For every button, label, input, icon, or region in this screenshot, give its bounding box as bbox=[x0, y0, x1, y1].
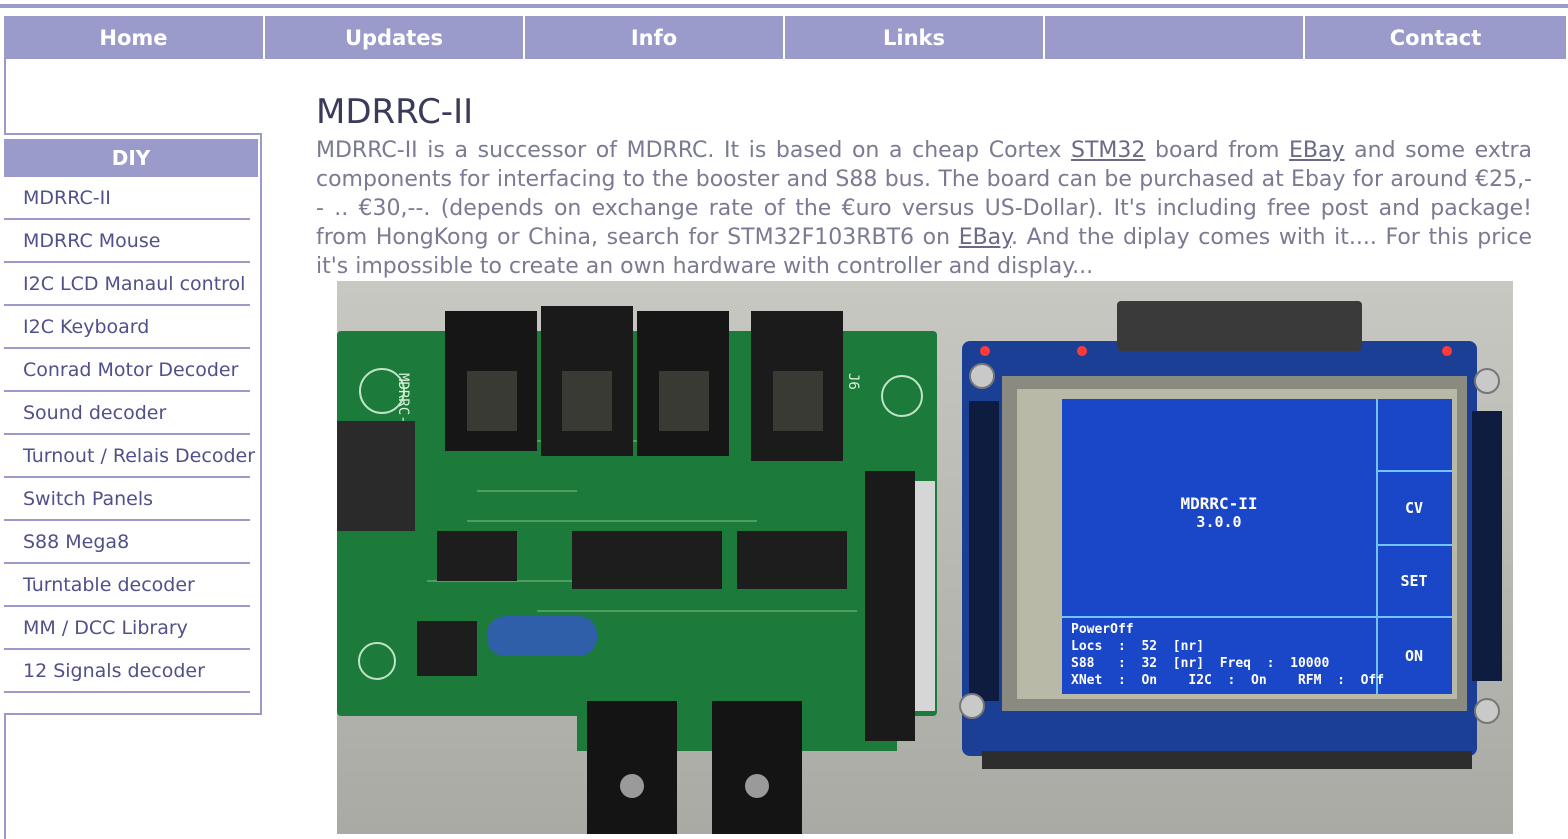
sidebar-item-12-signals-decoder[interactable]: 12 Signals decoder bbox=[4, 650, 250, 693]
stm32-link[interactable]: STM32 bbox=[1071, 138, 1145, 163]
lcd-button-on: ON bbox=[1405, 647, 1423, 665]
lcd-version: 3.0.0 bbox=[1196, 513, 1241, 531]
nav-links[interactable]: Links bbox=[784, 16, 1044, 59]
lcd-display: MDRRC-II 3.0.0 CV SET ON PowerOff Locs :… bbox=[1002, 376, 1467, 711]
sidebar-item-mdrrc-mouse[interactable]: MDRRC Mouse bbox=[4, 220, 250, 263]
rj-connectors bbox=[445, 306, 843, 461]
usb-connector bbox=[337, 421, 415, 531]
lcd-button-set: SET bbox=[1400, 572, 1427, 590]
sidebar-item-i2c-keyboard[interactable]: I2C Keyboard bbox=[4, 306, 250, 349]
sidebar-item-sound-decoder[interactable]: Sound decoder bbox=[4, 392, 250, 435]
sidebar-item-conrad-motor-decoder[interactable]: Conrad Motor Decoder bbox=[4, 349, 250, 392]
sidebar-list: MDRRC-II MDRRC Mouse I2C LCD Manaul cont… bbox=[4, 177, 260, 693]
sidebar: DIY MDRRC-II MDRRC Mouse I2C LCD Manaul … bbox=[4, 133, 262, 715]
sidebar-header: DIY bbox=[4, 139, 258, 177]
top-spacer-2 bbox=[0, 8, 1568, 16]
connector-label: J6 bbox=[845, 373, 861, 390]
sidebar-item-turnout-relais-decoder[interactable]: Turnout / Relais Decoder bbox=[4, 435, 255, 478]
ebay-link-2[interactable]: EBay bbox=[959, 225, 1011, 250]
lcd-status-line-1: PowerOff bbox=[1071, 622, 1134, 637]
lcd-status-line-2: Locs : 52 [nr] bbox=[1071, 639, 1204, 654]
main-navbar: Home Updates Info Links Contact bbox=[4, 16, 1566, 59]
nav-info[interactable]: Info bbox=[524, 16, 784, 59]
lcd-status-line-4: XNet : On I2C : On RFM : Off bbox=[1071, 673, 1384, 688]
lcd-button-cv: CV bbox=[1405, 499, 1423, 517]
page-title: MDRRC-II bbox=[316, 92, 474, 132]
ebay-link-1[interactable]: EBay bbox=[1289, 138, 1345, 163]
nav-updates[interactable]: Updates bbox=[264, 16, 524, 59]
intro-text-1: MDRRC-II is a successor of MDRRC. It is … bbox=[316, 138, 1072, 163]
sidebar-item-s88-mega8[interactable]: S88 Mega8 bbox=[4, 521, 250, 564]
sidebar-item-mm-dcc-library[interactable]: MM / DCC Library bbox=[4, 607, 250, 650]
intro-text-2: board from bbox=[1145, 138, 1290, 163]
nav-home[interactable]: Home bbox=[4, 16, 264, 59]
intro-paragraph: MDRRC-II is a successor of MDRRC. It is … bbox=[316, 136, 1532, 281]
sidebar-item-mdrrc-ii[interactable]: MDRRC-II bbox=[4, 177, 250, 220]
sidebar-item-switch-panels[interactable]: Switch Panels bbox=[4, 478, 250, 521]
lcd-status-line-3: S88 : 32 [nr] Freq : 10000 bbox=[1071, 656, 1329, 671]
nav-empty bbox=[1044, 16, 1304, 59]
pin-header bbox=[865, 471, 915, 741]
sidebar-item-i2c-lcd-control[interactable]: I2C LCD Manaul control bbox=[4, 263, 250, 306]
lcd-title: MDRRC-II bbox=[1180, 494, 1257, 513]
ribbon-cable bbox=[915, 481, 935, 711]
sidebar-item-turntable-decoder[interactable]: Turntable decoder bbox=[4, 564, 250, 607]
capacitor bbox=[487, 616, 597, 656]
nav-contact[interactable]: Contact bbox=[1304, 16, 1566, 59]
mdrrc-board-photo: MDRRC-II J6 MDRRC-II 3.0.0 CV SET ON Pow… bbox=[337, 281, 1513, 834]
